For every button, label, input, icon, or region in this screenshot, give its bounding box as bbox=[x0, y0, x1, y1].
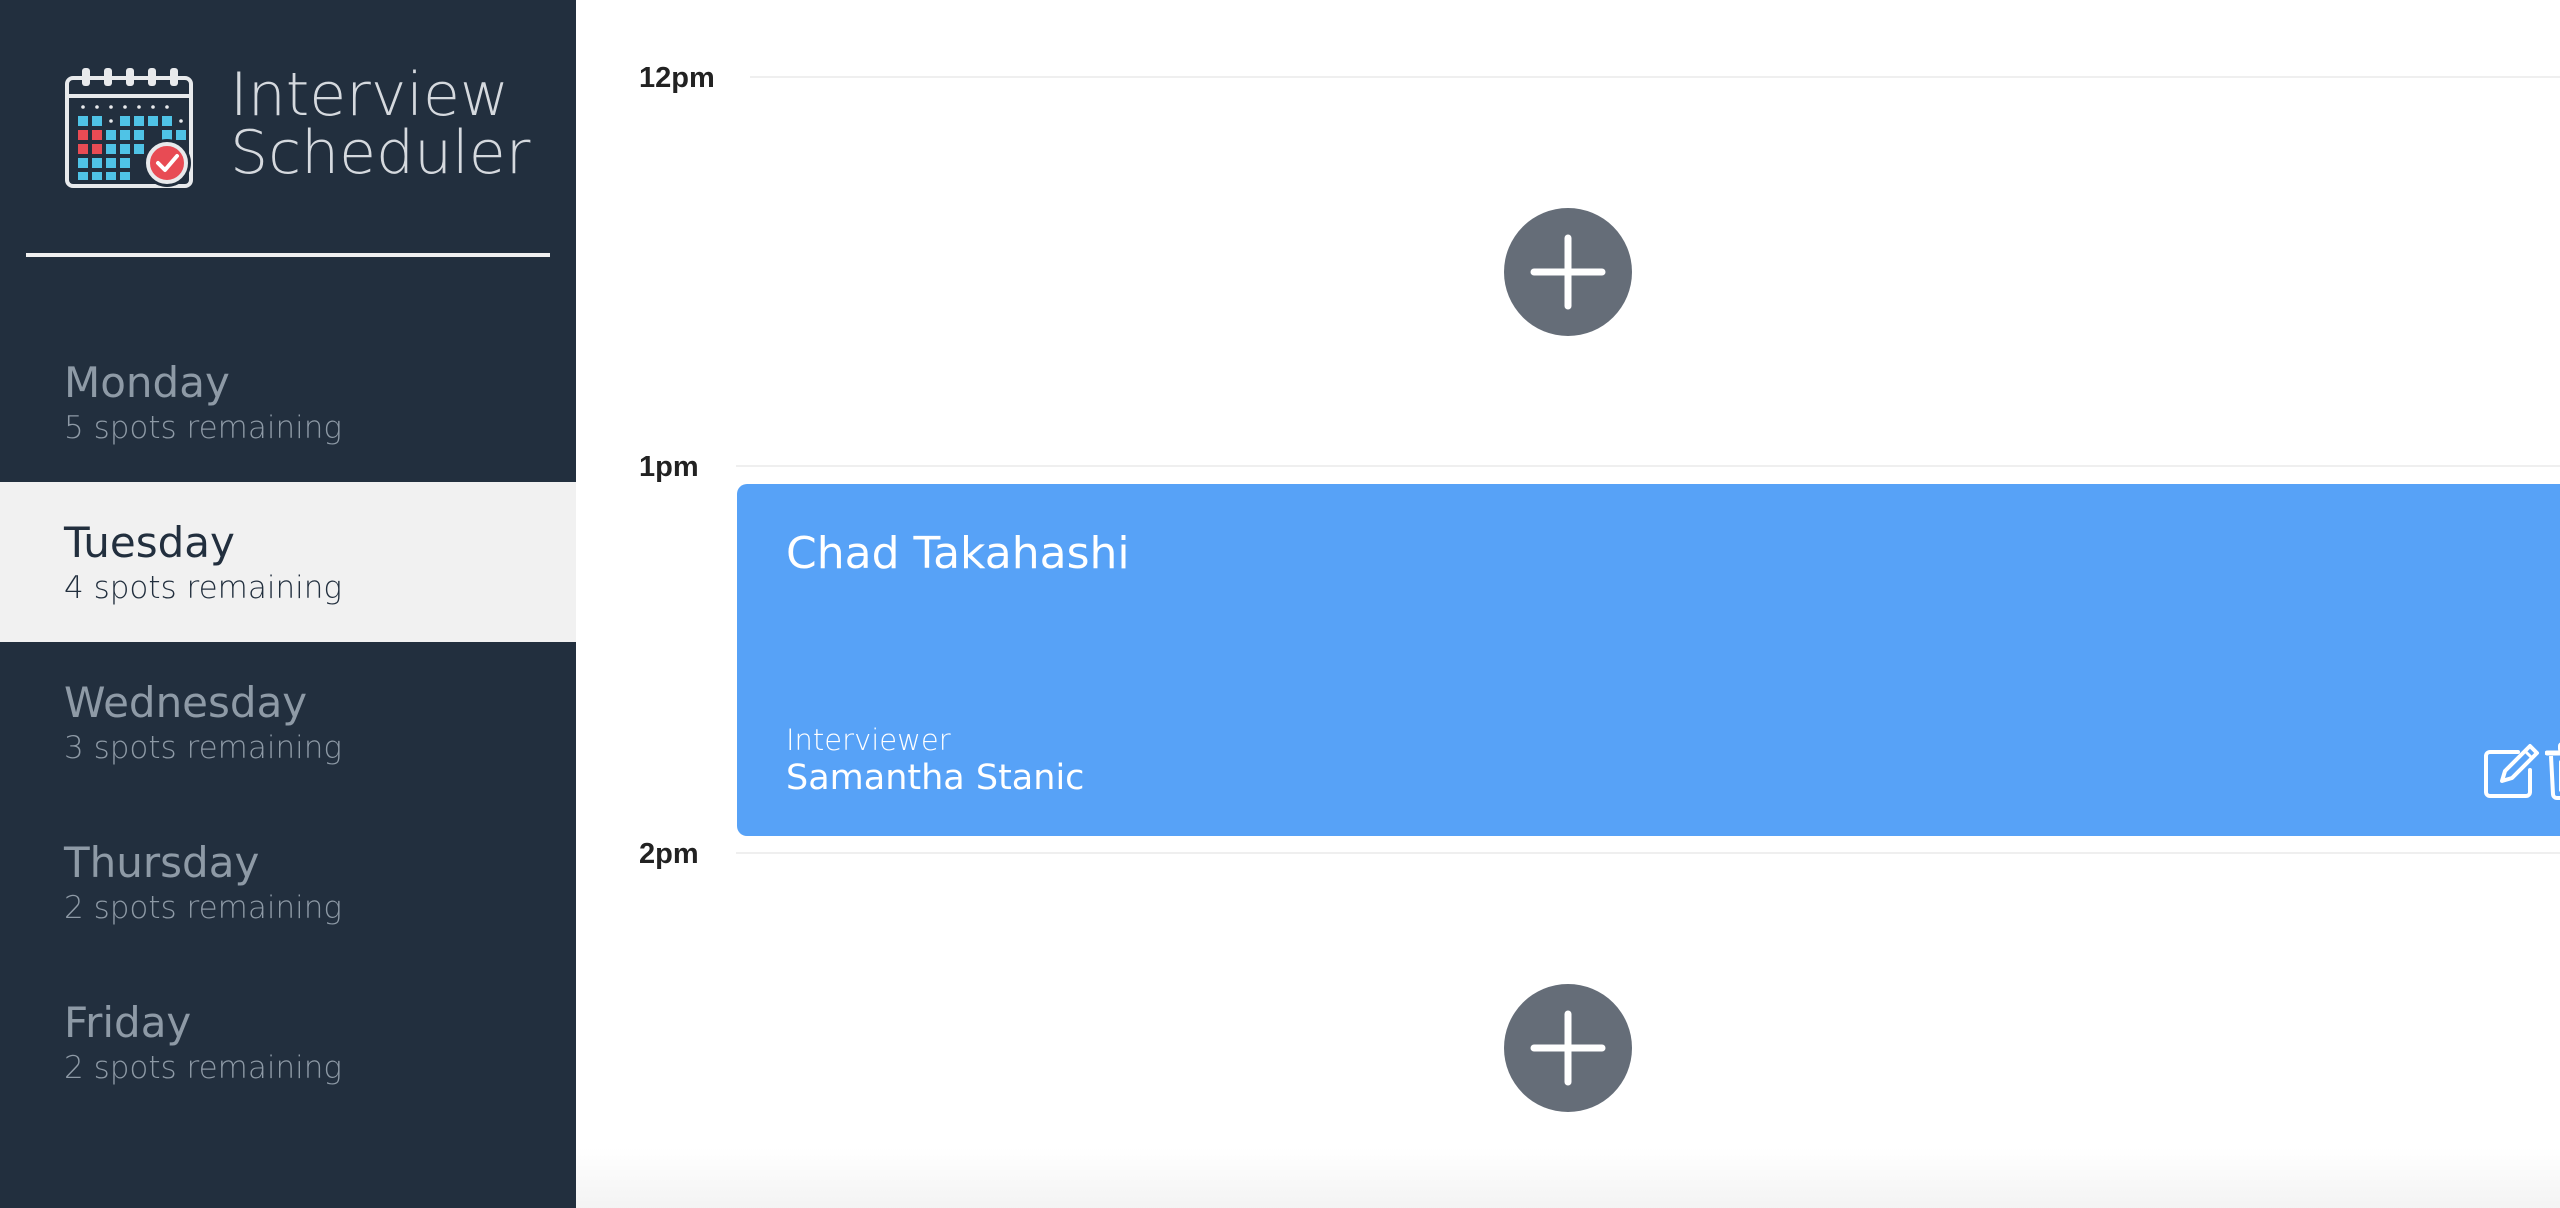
sidebar-divider bbox=[26, 253, 550, 257]
day-spots-remaining: 4 spots remaining bbox=[64, 570, 342, 606]
trash-icon[interactable] bbox=[2545, 742, 2560, 800]
day-item-friday[interactable]: Friday 2 spots remaining bbox=[0, 962, 576, 1122]
day-name: Friday bbox=[64, 998, 192, 1047]
interviewer-name: Samantha Stanic bbox=[786, 758, 1085, 798]
day-item-tuesday[interactable]: Tuesday 4 spots remaining bbox=[0, 482, 576, 642]
day-list: Monday 5 spots remaining Tuesday 4 spots… bbox=[0, 322, 576, 1122]
day-name: Monday bbox=[64, 358, 230, 407]
app-title-line-2: Scheduler bbox=[230, 118, 531, 188]
hour-divider bbox=[736, 852, 2560, 854]
time-label-12pm: 12pm bbox=[639, 62, 715, 94]
day-spots-remaining: 5 spots remaining bbox=[64, 410, 342, 446]
plus-icon bbox=[1530, 1010, 1606, 1086]
hour-divider bbox=[736, 465, 2560, 467]
add-appointment-button[interactable] bbox=[1504, 984, 1632, 1112]
appointment-card: Chad Takahashi Interviewer Samantha Stan… bbox=[737, 484, 2560, 836]
schedule: 12pm 1pm Chad Takahashi Interviewer Sama… bbox=[576, 0, 2560, 1208]
time-label-2pm: 2pm bbox=[639, 838, 699, 870]
sidebar: Interview Scheduler Monday 5 spots remai… bbox=[0, 0, 576, 1208]
calendar-check-icon bbox=[65, 68, 193, 188]
interviewer-label: Interviewer bbox=[786, 723, 951, 757]
plus-icon bbox=[1530, 234, 1606, 310]
app-title: Interview Scheduler bbox=[230, 60, 531, 188]
bottom-shadow bbox=[576, 1148, 2560, 1208]
edit-icon[interactable] bbox=[2482, 742, 2540, 800]
day-spots-remaining: 2 spots remaining bbox=[64, 890, 342, 926]
hour-divider bbox=[750, 76, 2560, 78]
day-item-wednesday[interactable]: Wednesday 3 spots remaining bbox=[0, 642, 576, 802]
app-title-line-1: Interview bbox=[230, 60, 509, 130]
day-name: Wednesday bbox=[64, 678, 308, 727]
day-name: Tuesday bbox=[64, 518, 235, 567]
day-item-monday[interactable]: Monday 5 spots remaining bbox=[0, 322, 576, 482]
day-item-thursday[interactable]: Thursday 2 spots remaining bbox=[0, 802, 576, 962]
add-appointment-button[interactable] bbox=[1504, 208, 1632, 336]
day-spots-remaining: 3 spots remaining bbox=[64, 730, 342, 766]
day-spots-remaining: 2 spots remaining bbox=[64, 1050, 342, 1086]
day-name: Thursday bbox=[64, 838, 260, 887]
student-name: Chad Takahashi bbox=[786, 528, 1130, 579]
time-label-1pm: 1pm bbox=[639, 451, 699, 483]
